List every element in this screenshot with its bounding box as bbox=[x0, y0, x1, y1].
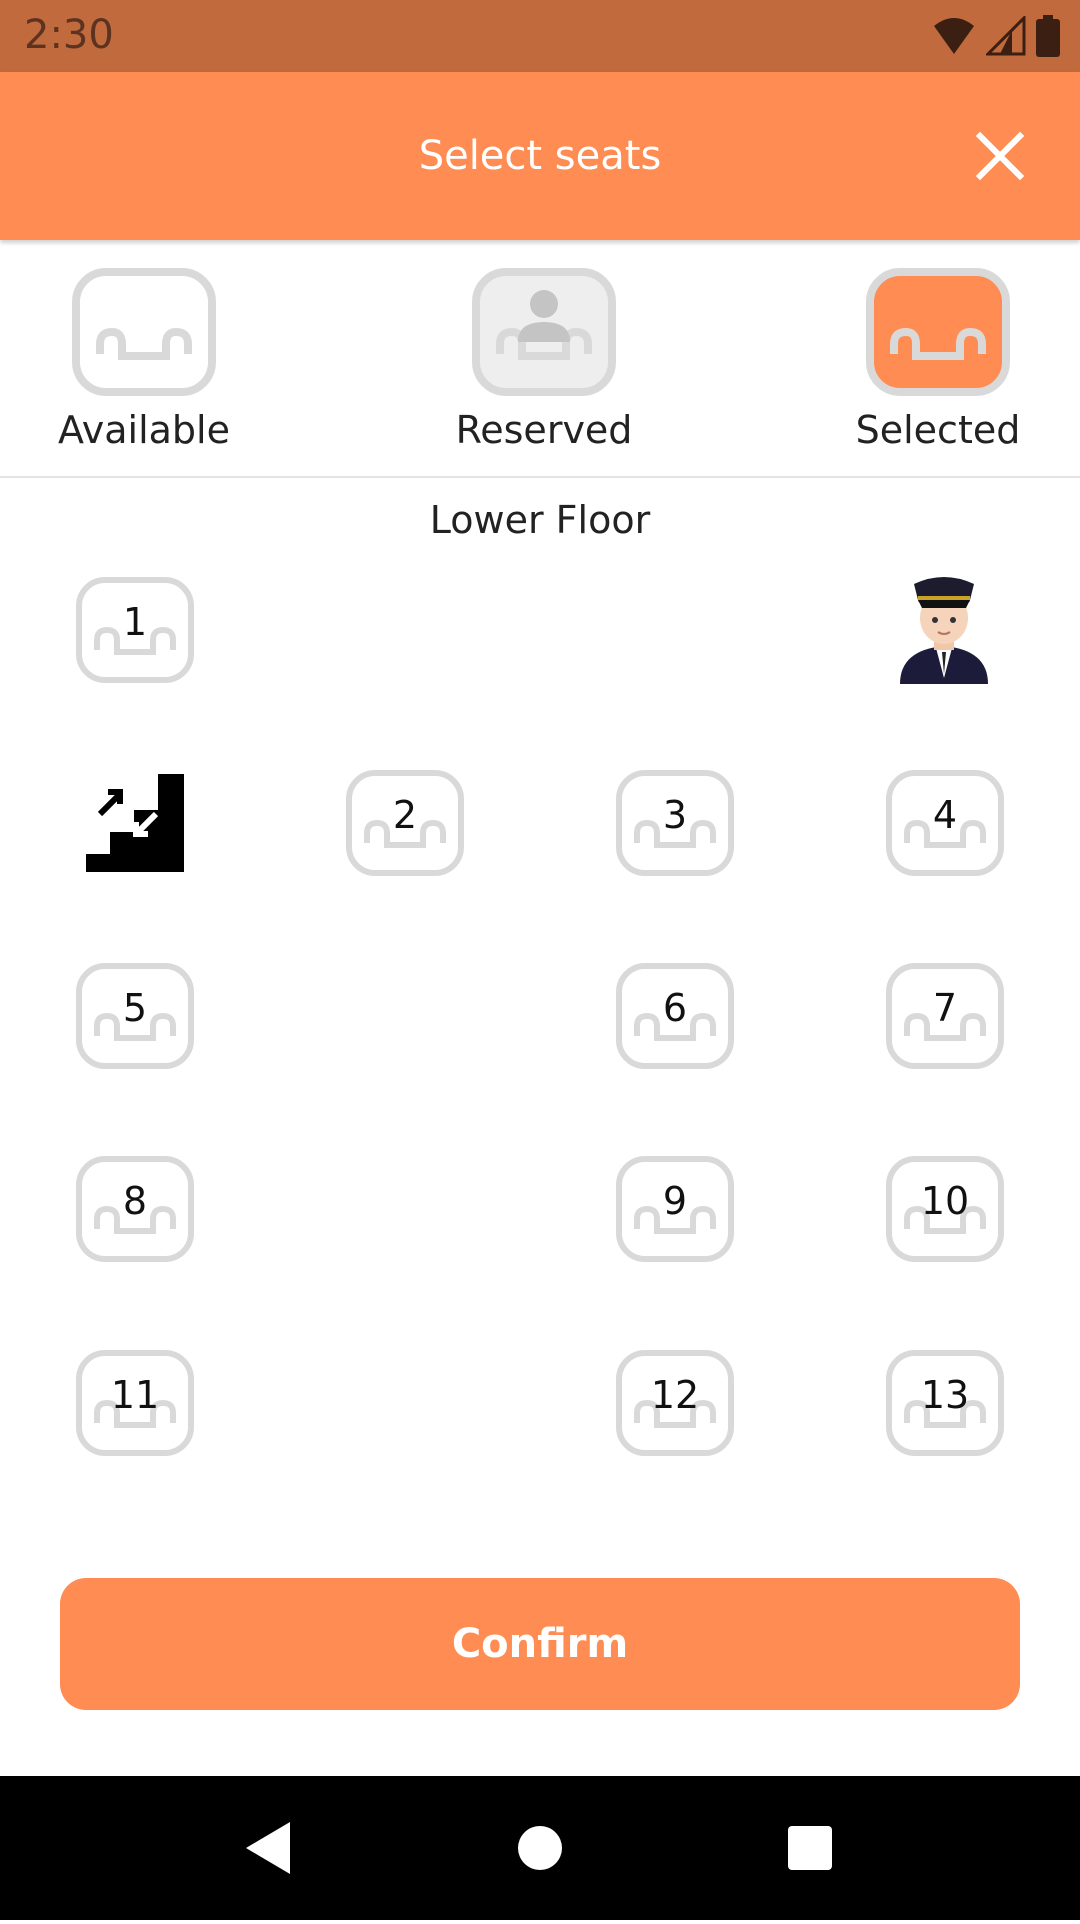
nav-recents-button[interactable] bbox=[750, 1776, 870, 1920]
battery-icon bbox=[1036, 15, 1060, 57]
seat-number: 12 bbox=[650, 1373, 700, 1417]
seat-reserved-icon bbox=[472, 268, 616, 396]
seat-5[interactable]: 5 bbox=[75, 962, 195, 1070]
seat-number: 5 bbox=[122, 986, 148, 1030]
nav-back-button[interactable] bbox=[206, 1776, 326, 1920]
seat-7[interactable]: 7 bbox=[885, 962, 1005, 1070]
back-icon bbox=[246, 1822, 290, 1874]
legend-available: Available bbox=[24, 268, 264, 452]
driver-icon bbox=[896, 574, 992, 688]
seat-4[interactable]: 4 bbox=[885, 769, 1005, 877]
seat-3[interactable]: 3 bbox=[615, 769, 735, 877]
seat-number: 4 bbox=[932, 793, 958, 837]
status-time: 2:30 bbox=[24, 12, 114, 58]
seat-number: 13 bbox=[920, 1373, 970, 1417]
floor-title: Lower Floor bbox=[429, 498, 651, 542]
legend-label-reserved: Reserved bbox=[455, 408, 633, 452]
seat-number: 10 bbox=[920, 1179, 970, 1223]
confirm-button[interactable]: Confirm bbox=[60, 1578, 1020, 1710]
seat-6[interactable]: 6 bbox=[615, 962, 735, 1070]
legend-selected: Selected bbox=[818, 268, 1058, 452]
seat-9[interactable]: 9 bbox=[615, 1155, 735, 1263]
app-bar: Select seats bbox=[0, 72, 1080, 240]
seat-12[interactable]: 12 bbox=[615, 1349, 735, 1457]
legend-reserved: Reserved bbox=[424, 268, 664, 452]
recents-icon bbox=[788, 1826, 832, 1870]
seat-available-icon bbox=[72, 268, 216, 396]
status-bar: 2:30 bbox=[0, 0, 1080, 72]
seat-number: 6 bbox=[662, 986, 688, 1030]
seat-number: 11 bbox=[110, 1373, 160, 1417]
page-title: Select seats bbox=[418, 133, 662, 179]
nav-home-button[interactable] bbox=[480, 1776, 600, 1920]
seat-11[interactable]: 11 bbox=[75, 1349, 195, 1457]
wifi-icon bbox=[934, 18, 974, 54]
seat-10[interactable]: 10 bbox=[885, 1155, 1005, 1263]
seat-number: 8 bbox=[122, 1179, 148, 1223]
legend-label-selected: Selected bbox=[855, 408, 1021, 452]
seat-legend: Available Reserved Selected bbox=[0, 240, 1080, 478]
signal-icon bbox=[986, 16, 1026, 56]
seat-number: 7 bbox=[932, 986, 958, 1030]
home-icon bbox=[518, 1826, 562, 1870]
seat-1[interactable]: 1 bbox=[75, 576, 195, 684]
seat-selected-icon bbox=[866, 268, 1010, 396]
seat-13[interactable]: 13 bbox=[885, 1349, 1005, 1457]
close-icon bbox=[975, 131, 1025, 181]
seat-2[interactable]: 2 bbox=[345, 769, 465, 877]
seat-number: 9 bbox=[662, 1179, 688, 1223]
navigation-bar bbox=[0, 1776, 1080, 1920]
seat-number: 2 bbox=[392, 793, 418, 837]
stairs-icon bbox=[86, 774, 184, 876]
seat-number: 1 bbox=[122, 600, 148, 644]
status-icons bbox=[932, 14, 1060, 58]
close-button[interactable] bbox=[970, 126, 1030, 186]
seat-number: 3 bbox=[662, 793, 688, 837]
legend-label-available: Available bbox=[57, 408, 230, 452]
seat-8[interactable]: 8 bbox=[75, 1155, 195, 1263]
